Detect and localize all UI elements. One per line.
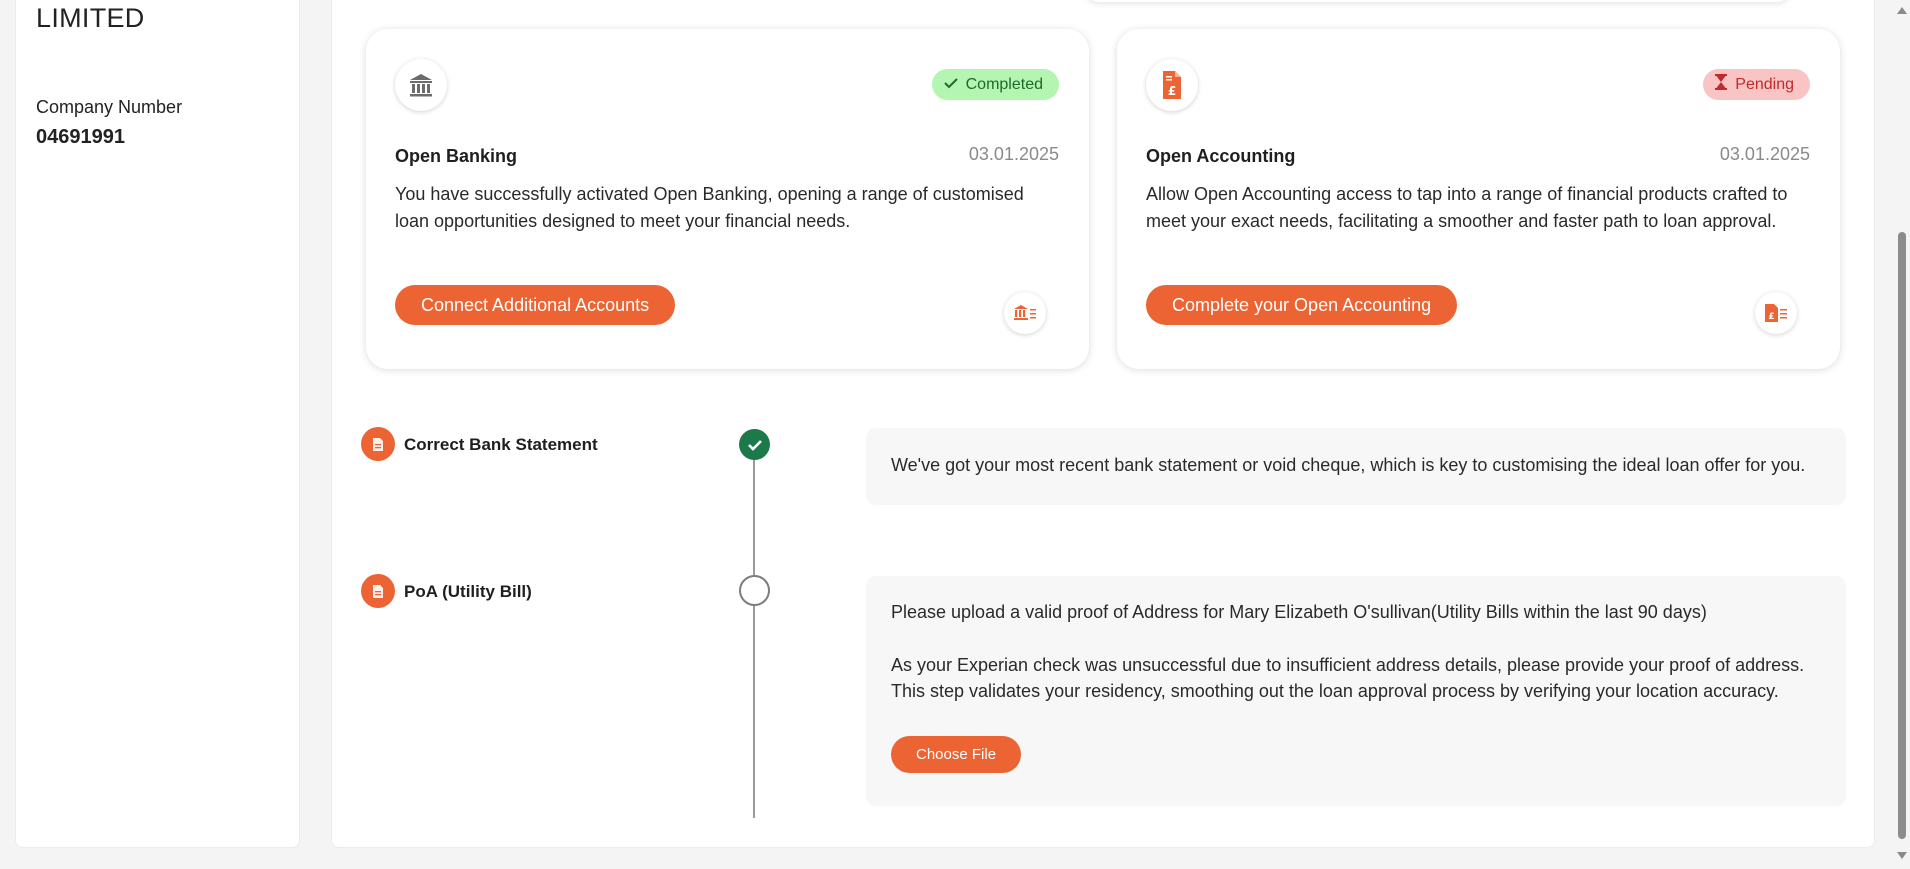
company-number-value: 04691991 bbox=[36, 126, 125, 148]
poa-info-box: Please upload a valid proof of Address f… bbox=[866, 576, 1846, 806]
timeline-node-pending bbox=[739, 575, 770, 606]
card-date: 03.01.2025 bbox=[1719, 144, 1810, 164]
timeline-label-poa: PoA (Utility Bill) bbox=[404, 582, 532, 601]
bank-icon bbox=[395, 59, 447, 111]
bank-list-icon[interactable] bbox=[1004, 292, 1046, 334]
previous-card-edge bbox=[1085, 0, 1791, 2]
scrollbar-thumb[interactable] bbox=[1898, 232, 1906, 839]
timeline-node-complete bbox=[739, 429, 770, 460]
vertical-scrollbar[interactable] bbox=[1894, 0, 1910, 869]
scroll-down-arrow-icon[interactable] bbox=[1897, 852, 1907, 859]
svg-text:£: £ bbox=[1768, 312, 1774, 322]
open-accounting-card: £ Pending Open Accounting 03.01.2025 All… bbox=[1117, 29, 1840, 369]
bank-statement-message: We've got your most recent bank statemen… bbox=[891, 455, 1806, 475]
card-description: You have successfully activated Open Ban… bbox=[395, 184, 1024, 231]
status-badge-completed: Completed bbox=[931, 69, 1059, 100]
connect-additional-accounts-button[interactable]: Connect Additional Accounts bbox=[395, 285, 676, 325]
pound-document-list-icon[interactable]: £ bbox=[1755, 292, 1797, 334]
status-label: Pending bbox=[1735, 75, 1794, 93]
pound-document-icon: £ bbox=[1146, 59, 1198, 111]
document-icon bbox=[361, 427, 395, 461]
status-label: Completed bbox=[965, 75, 1043, 93]
card-title: Open Banking bbox=[395, 146, 518, 166]
timeline-line bbox=[753, 458, 755, 818]
svg-text:£: £ bbox=[1168, 84, 1176, 98]
company-number-label: Company Number bbox=[36, 97, 183, 117]
status-badge-pending: Pending bbox=[1703, 69, 1810, 100]
poa-explanation: As your Experian check was unsuccessful … bbox=[891, 655, 1805, 701]
company-sidebar: LIMITED Company Number 04691991 bbox=[15, 0, 300, 848]
timeline-label-bank-statement: Correct Bank Statement bbox=[404, 435, 598, 454]
card-description: Allow Open Accounting access to tap into… bbox=[1146, 184, 1788, 231]
check-icon bbox=[943, 76, 958, 94]
open-banking-card: Completed Open Banking 03.01.2025 You ha… bbox=[366, 29, 1089, 369]
poa-upload-instruction: Please upload a valid proof of Address f… bbox=[891, 602, 1707, 622]
complete-open-accounting-button[interactable]: Complete your Open Accounting bbox=[1146, 285, 1458, 325]
bank-statement-info-box: We've got your most recent bank statemen… bbox=[866, 428, 1846, 505]
document-icon bbox=[361, 574, 395, 608]
scroll-up-arrow-icon[interactable] bbox=[1897, 7, 1907, 14]
company-name: LIMITED bbox=[36, 3, 145, 33]
choose-file-button[interactable]: Choose File bbox=[891, 736, 1022, 773]
hourglass-icon bbox=[1715, 74, 1728, 95]
card-date: 03.01.2025 bbox=[968, 144, 1059, 164]
card-title: Open Accounting bbox=[1146, 146, 1296, 166]
